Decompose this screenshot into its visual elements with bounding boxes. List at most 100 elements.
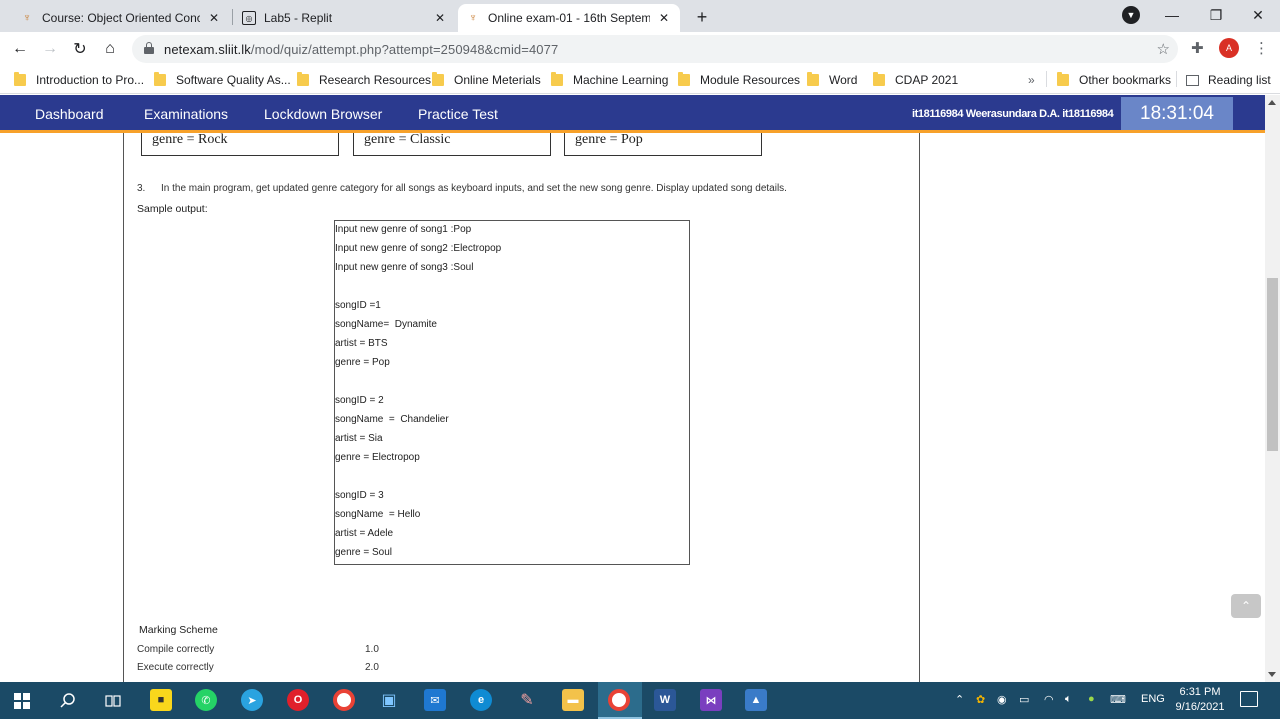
edge-icon[interactable]: e bbox=[470, 689, 492, 711]
output-line: Input new genre of song2 :Electropop bbox=[335, 243, 502, 254]
url-text[interactable]: netexam.sliit.lk/mod/quiz/attempt.php?at… bbox=[164, 42, 558, 57]
battery-icon[interactable]: ▭ bbox=[1019, 693, 1029, 706]
lock-icon[interactable] bbox=[144, 42, 154, 54]
back-button[interactable]: ← bbox=[8, 37, 32, 61]
profile-avatar[interactable]: A bbox=[1219, 38, 1239, 58]
content-border-left bbox=[123, 133, 124, 682]
windows-start-icon[interactable] bbox=[10, 689, 34, 713]
tab-course[interactable]: ♆ Course: Object Oriented Concept ✕ bbox=[12, 4, 230, 32]
language-indicator[interactable]: ENG bbox=[1141, 693, 1165, 705]
reading-list-icon bbox=[1186, 74, 1199, 86]
other-bookmarks[interactable]: Other bookmarks bbox=[1057, 71, 1171, 89]
tray-network-app-icon[interactable]: ◉ bbox=[997, 693, 1007, 706]
computer-icon[interactable]: ▣ bbox=[378, 689, 400, 711]
bookmark-label: Word bbox=[829, 73, 858, 87]
file-explorer-icon[interactable]: ▬ bbox=[562, 689, 584, 711]
moodle-icon: ♆ bbox=[468, 12, 478, 24]
url-path: /mod/quiz/attempt.php?attempt=250948&cmi… bbox=[250, 42, 559, 57]
output-line: songName= Dynamite bbox=[335, 319, 437, 330]
question-number: 3. bbox=[137, 183, 146, 194]
search-icon[interactable] bbox=[56, 689, 80, 713]
paint-icon[interactable]: ✎ bbox=[516, 689, 538, 711]
site-navbar: Dashboard Examinations Lockdown Browser … bbox=[0, 95, 1265, 133]
bookmark-item[interactable]: Module Resources bbox=[678, 71, 800, 89]
menu-kebab-icon[interactable]: ⋮ bbox=[1254, 39, 1269, 57]
genre-box-pop: genre = Pop bbox=[564, 133, 762, 156]
tab-online-exam[interactable]: ♆ Online exam-01 - 16th Septembe ✕ bbox=[458, 4, 680, 32]
close-icon[interactable]: ✕ bbox=[432, 10, 448, 26]
chrome-icon[interactable] bbox=[333, 689, 355, 711]
nav-dashboard[interactable]: Dashboard bbox=[35, 106, 104, 122]
nav-practice-test[interactable]: Practice Test bbox=[418, 106, 498, 122]
reading-list[interactable]: Reading list bbox=[1186, 71, 1271, 89]
sticky-notes-icon[interactable]: ■ bbox=[150, 689, 172, 711]
folder-icon bbox=[432, 72, 444, 86]
photos-icon[interactable]: ▲ bbox=[745, 689, 767, 711]
marking-scheme-title: Marking Scheme bbox=[139, 624, 218, 636]
nav-lockdown-browser[interactable]: Lockdown Browser bbox=[264, 106, 382, 122]
word-icon[interactable]: W bbox=[654, 689, 676, 711]
keyboard-icon[interactable]: ⌨ bbox=[1110, 693, 1126, 706]
bookmark-label: Reading list bbox=[1208, 73, 1271, 87]
forward-button[interactable]: → bbox=[38, 37, 62, 61]
tab-search-icon[interactable]: ▼ bbox=[1122, 6, 1140, 24]
reload-button[interactable]: ↻ bbox=[68, 37, 92, 61]
tray-app-icon[interactable]: ✿ bbox=[976, 693, 985, 706]
bookmark-item[interactable]: CDAP 2021 bbox=[873, 71, 958, 89]
output-line: songName = Chandelier bbox=[335, 414, 449, 425]
folder-icon bbox=[873, 72, 885, 86]
output-line: genre = Electropop bbox=[335, 452, 420, 463]
bookmark-label: Online Meterials bbox=[454, 73, 541, 87]
extensions-puzzle-icon[interactable]: ✚ bbox=[1191, 39, 1204, 57]
volume-icon[interactable]: 🔈︎ bbox=[1065, 693, 1072, 706]
bookmark-item[interactable]: Machine Learning bbox=[551, 71, 668, 89]
whatsapp-icon[interactable]: ✆ bbox=[195, 689, 217, 711]
restore-button[interactable]: ❐ bbox=[1194, 0, 1238, 30]
bookmark-item[interactable]: Word bbox=[807, 71, 857, 89]
browser-toolbar: ← → ↻ ⌂ netexam.sliit.lk/mod/quiz/attemp… bbox=[0, 32, 1280, 66]
scroll-down-arrow-icon[interactable] bbox=[1268, 672, 1276, 677]
sample-output-box: Input new genre of song1 :Pop Input new … bbox=[334, 220, 690, 565]
mail-icon[interactable]: ✉ bbox=[424, 689, 446, 711]
close-window-button[interactable]: ✕ bbox=[1236, 0, 1280, 30]
output-line: songName = Hello bbox=[335, 509, 421, 520]
scroll-up-arrow-icon[interactable] bbox=[1268, 100, 1276, 105]
address-bar[interactable]: netexam.sliit.lk/mod/quiz/attempt.php?at… bbox=[132, 35, 1178, 63]
bookmarks-overflow-button[interactable]: » bbox=[1028, 71, 1035, 89]
tab-label: Lab5 - Replit bbox=[264, 11, 333, 25]
home-button[interactable]: ⌂ bbox=[98, 37, 122, 61]
wifi-icon[interactable]: ◠ bbox=[1044, 693, 1054, 706]
tray-shield-icon[interactable]: ● bbox=[1088, 693, 1095, 705]
notification-center-icon[interactable] bbox=[1240, 691, 1258, 707]
scroll-thumb[interactable] bbox=[1267, 278, 1278, 451]
minimize-button[interactable]: — bbox=[1150, 0, 1194, 30]
user-info[interactable]: it18116984 Weerasundara D.A. it18116984 bbox=[912, 108, 1114, 120]
output-line: genre = Pop bbox=[335, 357, 390, 368]
tab-separator bbox=[232, 9, 233, 25]
bookmark-item[interactable]: Software Quality As... bbox=[154, 71, 291, 89]
visual-studio-icon[interactable]: ⋈ bbox=[700, 689, 722, 711]
close-icon[interactable]: ✕ bbox=[206, 10, 222, 26]
bookmark-item[interactable]: Research Resources bbox=[297, 71, 431, 89]
telegram-icon[interactable]: ➤ bbox=[241, 689, 263, 711]
page-scrollbar[interactable] bbox=[1265, 95, 1280, 682]
tab-replit[interactable]: ◎ Lab5 - Replit ✕ bbox=[234, 4, 456, 32]
nav-examinations[interactable]: Examinations bbox=[144, 106, 228, 122]
bookmark-item[interactable]: Introduction to Pro... bbox=[14, 71, 144, 89]
close-icon[interactable]: ✕ bbox=[656, 10, 672, 26]
tray-overflow-icon[interactable]: ⌃ bbox=[955, 693, 964, 706]
genre-box-classic: genre = Classic bbox=[353, 133, 551, 156]
bookmark-label: Other bookmarks bbox=[1079, 73, 1172, 87]
back-to-top-button[interactable]: ⌃ bbox=[1231, 594, 1261, 618]
marking-value: 1.0 bbox=[365, 644, 379, 655]
taskbar-clock[interactable]: 6:31 PM 9/16/2021 bbox=[1170, 685, 1230, 715]
bookmark-label: CDAP 2021 bbox=[895, 73, 959, 87]
folder-icon bbox=[807, 72, 819, 86]
task-view-icon[interactable] bbox=[101, 689, 125, 713]
opera-icon[interactable]: O bbox=[287, 689, 309, 711]
chrome-active-icon[interactable] bbox=[608, 689, 630, 711]
marking-value: 2.0 bbox=[365, 662, 379, 673]
bookmark-star-icon[interactable]: ☆ bbox=[1157, 40, 1170, 58]
new-tab-button[interactable]: + bbox=[690, 6, 714, 28]
bookmark-item[interactable]: Online Meterials bbox=[432, 71, 541, 89]
